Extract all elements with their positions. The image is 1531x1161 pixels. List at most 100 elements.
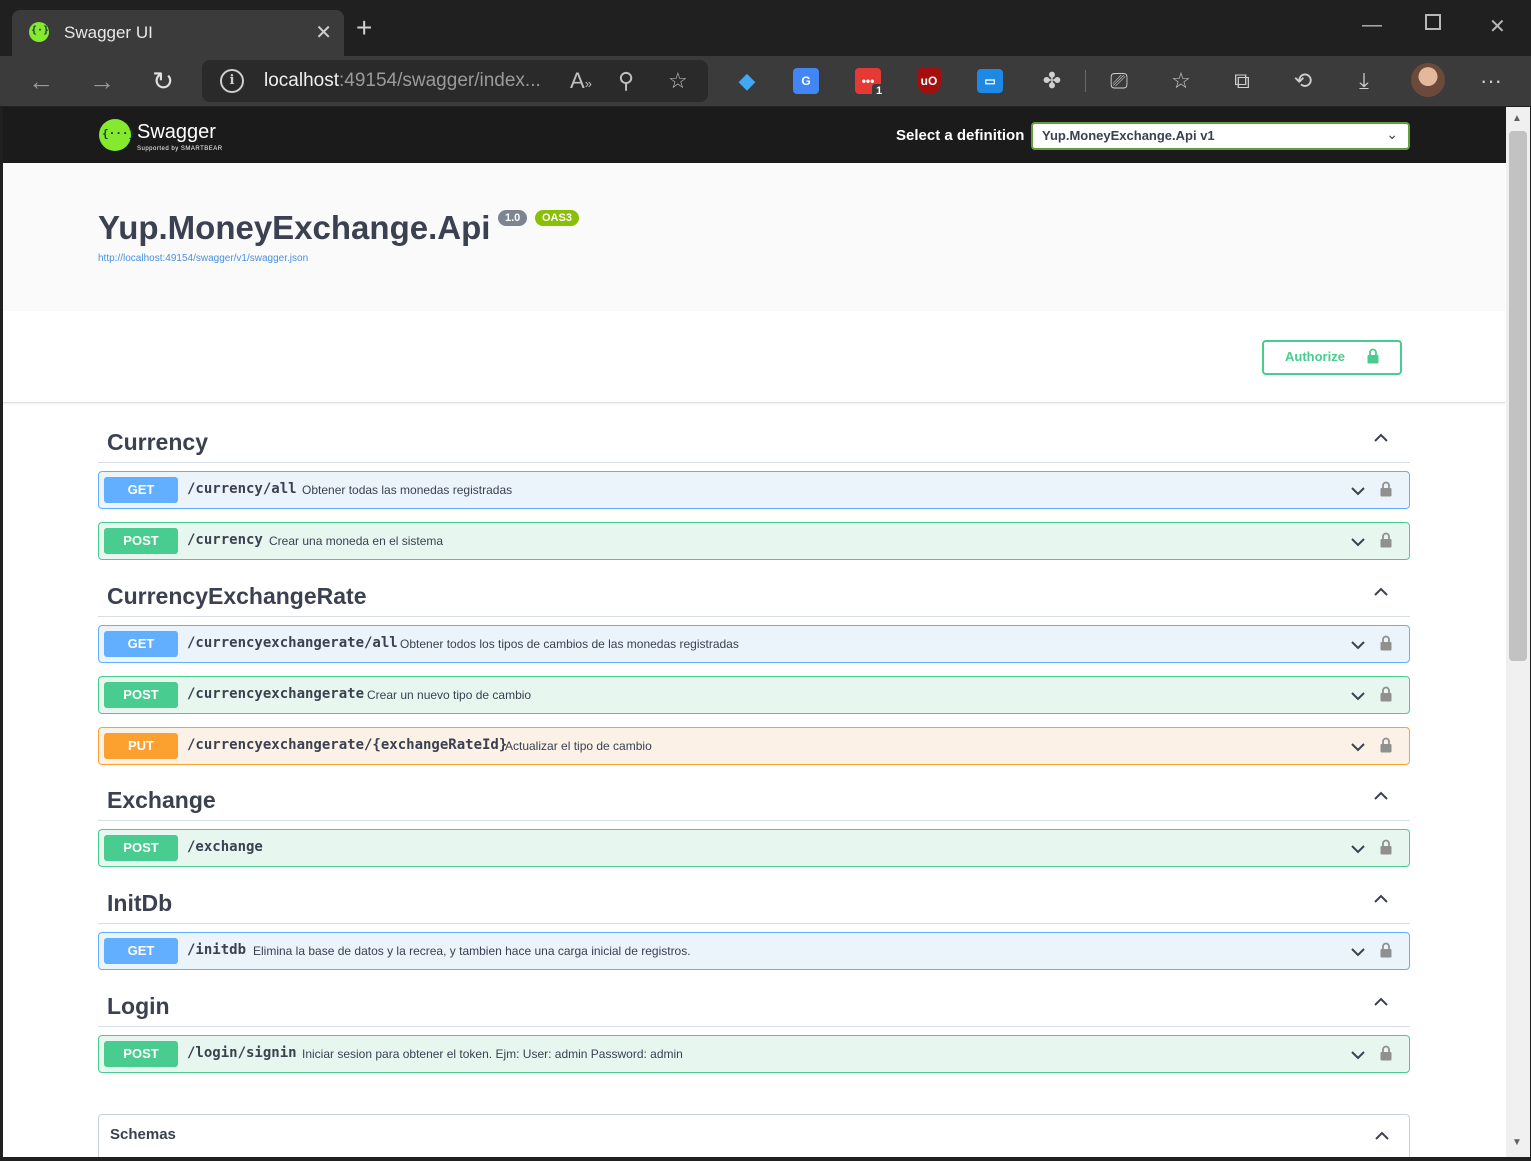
lock-icon[interactable] — [1380, 737, 1392, 753]
forward-arrow-icon[interactable]: → — [85, 64, 119, 98]
operation-path: /currencyexchangerate/{exchangeRateId} — [187, 737, 508, 753]
add-favorite-icon[interactable]: ☆ — [668, 68, 688, 94]
lock-icon[interactable] — [1380, 635, 1392, 651]
lock-icon[interactable] — [1380, 686, 1392, 702]
method-badge: GET — [104, 631, 178, 657]
operation-path: /currency — [187, 532, 263, 548]
lock-icon[interactable] — [1380, 481, 1392, 497]
cast-icon[interactable]: ⎚ — [1104, 66, 1134, 96]
tag-title: Login — [107, 993, 170, 1019]
chevron-up-icon[interactable] — [1374, 789, 1388, 803]
download-icon[interactable]: ⤓ — [1349, 66, 1379, 96]
chevron-down-icon[interactable] — [1351, 638, 1365, 652]
operation-path: /currencyexchangerate/all — [187, 635, 398, 651]
tag-exchange[interactable]: Exchange — [98, 775, 1410, 821]
maximize-icon[interactable] — [1425, 14, 1441, 30]
spec-url-link[interactable]: http://localhost:49154/swagger/v1/swagge… — [98, 253, 308, 264]
back-arrow-icon[interactable]: ← — [24, 64, 58, 98]
swagger-logo-icon[interactable] — [99, 119, 135, 151]
swagger-logo-subtext: Supported by SMARTBEAR — [137, 146, 223, 152]
tag-currency[interactable]: Currency — [98, 417, 1410, 463]
chevron-up-icon[interactable] — [1374, 585, 1388, 599]
zoom-out-icon[interactable]: ⚲ — [618, 68, 634, 94]
tag-currencyexchangerate[interactable]: CurrencyExchangeRate — [98, 571, 1410, 617]
new-tab-icon[interactable]: + — [356, 14, 372, 42]
operation-path: /login/signin — [187, 1045, 297, 1061]
ublock-extension-icon[interactable]: uO — [917, 68, 941, 94]
lock-icon[interactable] — [1380, 839, 1392, 855]
profile-avatar[interactable] — [1411, 63, 1445, 97]
history-icon[interactable]: ⟲ — [1288, 66, 1318, 96]
page-viewport: Swagger Supported by SMARTBEAR Select a … — [3, 107, 1506, 1157]
tag-title: InitDb — [107, 890, 173, 916]
operation-summary: Crear un nuevo tipo de cambio — [367, 688, 532, 702]
tag-title: CurrencyExchangeRate — [107, 583, 367, 609]
operation-get-initdb[interactable]: GET /initdb Elimina la base de datos y l… — [98, 932, 1410, 970]
scroll-up-icon[interactable]: ▲ — [1512, 113, 1522, 124]
tag-login[interactable]: Login — [98, 981, 1410, 1027]
operation-get-currencyexchangerate-all[interactable]: GET /currencyexchangerate/all Obtener to… — [98, 625, 1410, 663]
api-info: Yup.MoneyExchange.Api 1.0 OAS3 http://lo… — [3, 163, 1506, 311]
read-aloud-icon[interactable]: A» — [570, 68, 592, 94]
method-badge: GET — [104, 938, 178, 964]
operation-summary: Elimina la base de datos y la recrea, y … — [253, 944, 691, 958]
tag-initdb[interactable]: InitDb — [98, 878, 1410, 924]
schemas-section[interactable]: Schemas — [98, 1114, 1410, 1157]
version-badge: 1.0 — [498, 210, 528, 226]
window-extension-icon[interactable]: ▭ — [977, 69, 1003, 93]
more-icon[interactable]: ··· — [1476, 66, 1506, 96]
operation-post-login-signin[interactable]: POST /login/signin Iniciar sesion para o… — [98, 1035, 1410, 1073]
translate-extension-icon[interactable]: G — [793, 68, 819, 94]
refresh-icon[interactable]: ↻ — [146, 64, 180, 98]
lock-icon[interactable] — [1380, 942, 1392, 958]
toolbar-divider — [1085, 70, 1086, 92]
address-bar[interactable]: i localhost:49154/swagger/index... A» ⚲ … — [202, 60, 708, 102]
scrollbar-thumb[interactable] — [1509, 131, 1527, 661]
swagger-favicon-icon — [29, 22, 49, 42]
favorites-icon[interactable]: ☆ — [1166, 66, 1196, 96]
chevron-up-icon[interactable] — [1374, 892, 1388, 906]
lock-icon[interactable] — [1380, 1045, 1392, 1061]
operation-post-currency[interactable]: POST /currency Crear una moneda en el si… — [98, 522, 1410, 560]
tab-title: Swagger UI — [64, 23, 153, 42]
chevron-down-icon[interactable] — [1351, 535, 1365, 549]
gem-extension-icon[interactable]: ◆ — [732, 66, 762, 96]
operation-post-currencyexchangerate[interactable]: POST /currencyexchangerate Crear un nuev… — [98, 676, 1410, 714]
close-window-icon[interactable]: ✕ — [1489, 14, 1506, 39]
extension-badge: 1 — [872, 84, 886, 98]
close-tab-icon[interactable]: ✕ — [315, 20, 332, 45]
swagger-logo-text[interactable]: Swagger — [137, 121, 216, 144]
swagger-topbar: Swagger Supported by SMARTBEAR Select a … — [3, 107, 1506, 163]
scroll-down-icon[interactable]: ▼ — [1512, 1137, 1522, 1148]
chevron-up-icon[interactable] — [1374, 995, 1388, 1009]
chevron-up-icon[interactable] — [1374, 431, 1388, 445]
operation-summary: Iniciar sesion para obtener el token. Ej… — [302, 1047, 683, 1061]
extensions-icon[interactable]: ✤ — [1037, 66, 1067, 96]
browser-tab[interactable]: Swagger UI ✕ — [12, 10, 344, 56]
operation-post-exchange[interactable]: POST /exchange — [98, 829, 1410, 867]
method-badge: POST — [104, 1041, 178, 1067]
scheme-container: Authorize — [3, 311, 1506, 403]
lock-icon[interactable] — [1380, 532, 1392, 548]
authorize-label: Authorize — [1285, 349, 1345, 364]
collections-icon[interactable]: ⧉ — [1227, 66, 1257, 96]
info-icon[interactable]: i — [220, 69, 244, 93]
chevron-down-icon[interactable] — [1351, 740, 1365, 754]
chevron-down-icon[interactable] — [1351, 945, 1365, 959]
chevron-down-icon: ⌄ — [1386, 126, 1398, 142]
operation-put-currencyexchangerate[interactable]: PUT /currencyexchangerate/{exchangeRateI… — [98, 727, 1410, 765]
authorize-button[interactable]: Authorize — [1262, 340, 1402, 375]
url-text[interactable]: localhost:49154/swagger/index... — [264, 70, 541, 92]
tab-strip: Swagger UI ✕ + — ✕ — [0, 0, 1531, 56]
operation-get-currency-all[interactable]: GET /currency/all Obtener todas las mone… — [98, 471, 1410, 509]
definition-select[interactable]: Yup.MoneyExchange.Api v1 ⌄ — [1031, 122, 1410, 150]
tag-title: Exchange — [107, 787, 216, 813]
chevron-down-icon[interactable] — [1351, 1048, 1365, 1062]
chevron-down-icon[interactable] — [1351, 689, 1365, 703]
minimize-icon[interactable]: — — [1362, 14, 1382, 37]
chevron-down-icon[interactable] — [1351, 842, 1365, 856]
chevron-up-icon[interactable] — [1375, 1129, 1389, 1143]
chevron-down-icon[interactable] — [1351, 484, 1365, 498]
operation-summary: Crear una moneda en el sistema — [269, 534, 444, 548]
page-scrollbar[interactable]: ▲ ▼ — [1506, 107, 1530, 1157]
